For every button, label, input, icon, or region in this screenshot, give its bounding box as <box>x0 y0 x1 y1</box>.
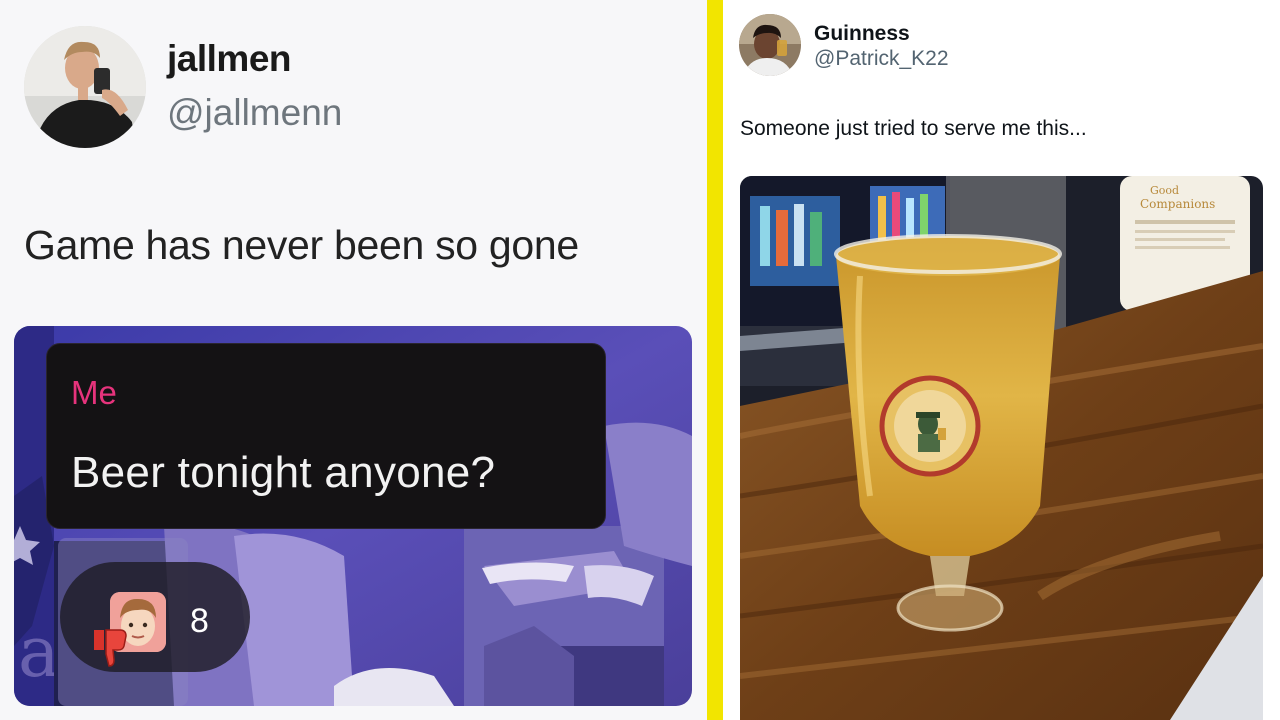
message-text: Beer tonight anyone? <box>71 448 496 497</box>
reaction-pill[interactable]: 8 <box>60 562 250 672</box>
user-handle[interactable]: @jallmenn <box>167 92 342 134</box>
yellow-divider <box>707 0 723 720</box>
tweet-media-image[interactable]: Good Companions <box>740 176 1263 720</box>
tweet-text: Game has never been so gone <box>24 222 579 268</box>
beer-glass-photo: Good Companions <box>740 176 1263 720</box>
message-sender: Me <box>71 374 117 411</box>
svg-text:Companions: Companions <box>1140 197 1215 211</box>
right-tweet-panel: Guinness @Patrick_K22 Someone just tried… <box>723 0 1280 720</box>
display-name[interactable]: Guinness <box>814 22 910 46</box>
display-name[interactable]: jallmen <box>167 38 292 80</box>
avatar[interactable] <box>739 14 801 76</box>
left-tweet-panel: jallmen @jallmenn Game has never been so… <box>0 0 707 720</box>
chat-message-bubble[interactable]: Me Beer tonight anyone? <box>46 343 606 529</box>
reaction-count: 8 <box>190 602 209 640</box>
svg-text:Good: Good <box>1150 184 1179 197</box>
tweet-text: Someone just tried to serve me this... <box>740 117 1087 140</box>
thumbs-down-icon <box>90 626 130 668</box>
user-handle[interactable]: @Patrick_K22 <box>814 47 949 71</box>
tweet-media-image[interactable]: a Me Beer tonight anyone? 8 <box>14 326 692 706</box>
svg-text:a: a <box>18 611 60 693</box>
avatar[interactable] <box>24 26 146 148</box>
